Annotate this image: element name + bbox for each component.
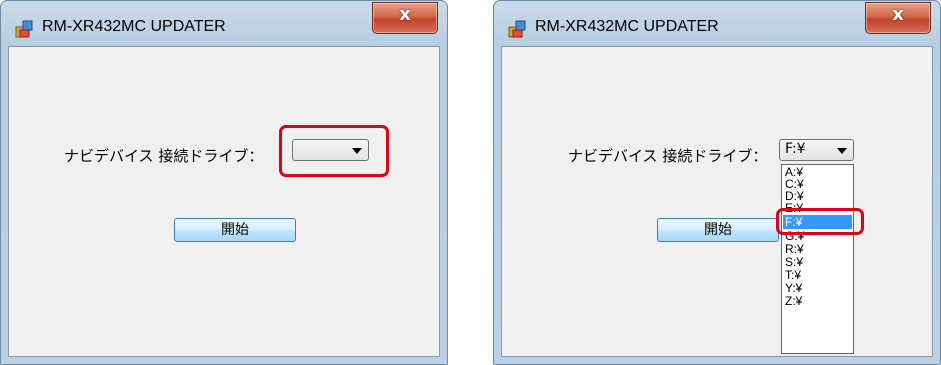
app-icon — [508, 20, 526, 38]
drive-option[interactable]: S:¥ — [783, 256, 852, 268]
updater-window-right: RM-XR432MC UPDATER x ナビデバイス 接続ドライブ： F:¥ … — [493, 0, 941, 365]
start-button[interactable]: 開始 — [174, 218, 296, 242]
window-client-area: ナビデバイス 接続ドライブ： 開始 — [8, 46, 440, 357]
dropdown-arrow-icon — [837, 148, 847, 154]
updater-window-left: RM-XR432MC UPDATER x ナビデバイス 接続ドライブ： 開始 — [0, 0, 448, 365]
app-icon — [15, 20, 33, 38]
window-title: RM-XR432MC UPDATER — [535, 18, 719, 35]
close-icon: x — [399, 4, 411, 25]
close-button[interactable]: x — [372, 2, 438, 34]
drive-option[interactable]: Y:¥ — [783, 282, 852, 294]
close-button[interactable]: x — [865, 2, 931, 34]
drive-label: ナビデバイス 接続ドライブ： — [568, 147, 768, 165]
drive-select-value: F:¥ — [785, 141, 806, 157]
drive-label: ナビデバイス 接続ドライブ： — [64, 147, 264, 165]
drive-option[interactable]: Z:¥ — [783, 295, 852, 307]
dropdown-arrow-icon — [352, 148, 362, 154]
window-title: RM-XR432MC UPDATER — [42, 18, 226, 35]
drive-option[interactable]: T:¥ — [783, 269, 852, 281]
drive-dropdown-list[interactable]: A:¥ C:¥ D:¥ E:¥ F:¥ G:¥ R:¥ S:¥ T:¥ Y:¥ … — [781, 164, 854, 354]
drive-select[interactable]: F:¥ — [779, 139, 854, 161]
drive-select[interactable] — [292, 139, 369, 161]
start-button[interactable]: 開始 — [657, 218, 779, 242]
drive-option[interactable]: R:¥ — [783, 243, 852, 255]
highlight-box — [776, 208, 864, 235]
close-icon: x — [892, 4, 904, 25]
window-client-area: ナビデバイス 接続ドライブ： F:¥ 開始 A:¥ C:¥ D:¥ E:¥ F:… — [501, 46, 933, 357]
